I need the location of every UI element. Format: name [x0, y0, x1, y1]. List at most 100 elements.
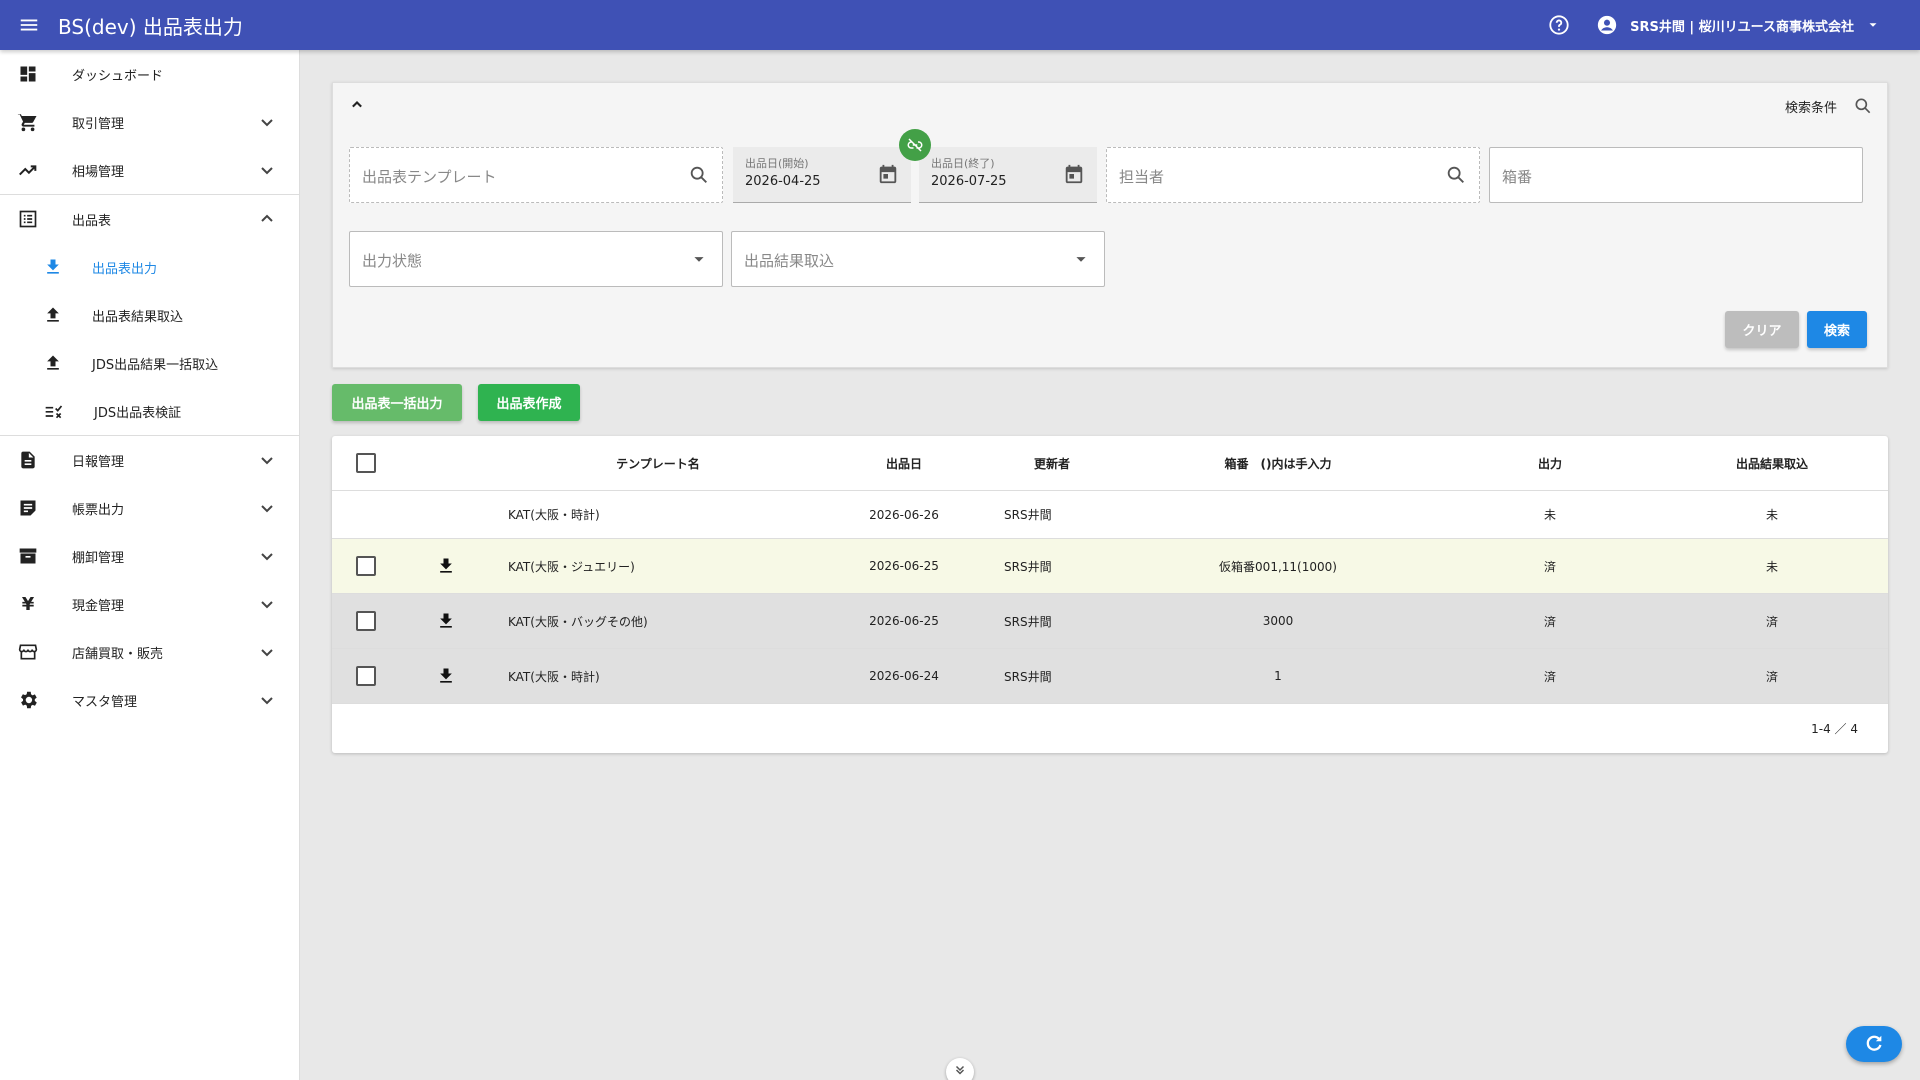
staff-placeholder: 担当者: [1119, 168, 1165, 186]
sidebar-subitem-result-import[interactable]: 出品表結果取込: [0, 291, 299, 339]
sidebar-subitem-label: 出品表出力: [92, 261, 158, 277]
chevron-down-icon: [261, 553, 273, 561]
sidebar-item-label: 棚卸管理: [72, 550, 125, 566]
header-date[interactable]: 出品日: [844, 436, 964, 490]
menu-icon[interactable]: [0, 0, 58, 50]
search-conditions-label: 検索条件: [1784, 100, 1837, 116]
sidebar-item-label: ダッシュボード: [72, 68, 164, 84]
table-row[interactable]: KAT(大阪・時計) 2026-06-26 SRS井間 未 未: [332, 491, 1888, 539]
cell-template-name: KAT(大阪・ジュエリー): [508, 559, 635, 574]
date-end-field[interactable]: 出品日(終了) 2026-07-25: [919, 147, 1097, 203]
list-icon: [16, 207, 40, 231]
select-all-checkbox[interactable]: [356, 453, 376, 473]
staff-search-field[interactable]: 担当者: [1106, 147, 1480, 203]
header-result-import[interactable]: 出品結果取込: [1722, 436, 1822, 490]
sidebar-item-store[interactable]: 店舗買取・販売: [0, 628, 299, 676]
yen-icon: ¥: [21, 593, 35, 615]
calendar-icon[interactable]: [1063, 163, 1085, 185]
result-import-select[interactable]: 出品結果取込: [731, 231, 1105, 287]
table-row[interactable]: KAT(大阪・バッグその他) 2026-06-25 SRS井間 3000 済 済: [332, 594, 1888, 649]
date-end-value: 2026-07-25: [931, 174, 1007, 189]
cell-updater: SRS井間: [1004, 508, 1052, 522]
table-row[interactable]: KAT(大阪・ジュエリー) 2026-06-25 SRS井間 仮箱番001,11…: [332, 539, 1888, 594]
upload-icon: [47, 307, 59, 322]
sidebar-item-label: 帳票出力: [72, 502, 125, 518]
download-icon: [47, 259, 59, 274]
row-checkbox[interactable]: [356, 611, 376, 631]
cell-template-name: KAT(大阪・バッグその他): [508, 614, 648, 629]
sidebar-subitem-jds-bulk-import[interactable]: JDS出品結果一括取込: [0, 339, 299, 387]
upload-icon: [47, 355, 59, 370]
sidebar-item-transactions[interactable]: 取引管理: [0, 98, 299, 146]
download-icon[interactable]: [436, 666, 456, 686]
refresh-button[interactable]: [1846, 1026, 1902, 1062]
header-box-number[interactable]: 箱番 ()内は手入力: [1178, 436, 1378, 490]
table-header-row: テンプレート名 出品日 更新者 箱番 ()内は手入力 出力 出品結果取込: [332, 436, 1888, 491]
clear-button[interactable]: クリア: [1725, 311, 1799, 348]
row-checkbox[interactable]: [356, 556, 376, 576]
date-end-label: 出品日(終了): [931, 157, 995, 170]
app-title: BS(dev) 出品表出力: [58, 14, 243, 39]
search-panel: 検索条件 出品表テンプレート 出品日(開始) 2026-04-25 出品日(終了…: [332, 82, 1888, 368]
cell-date: 2026-06-24: [869, 669, 939, 683]
cell-template-name: KAT(大阪・時計): [508, 669, 600, 684]
sidebar-subitem-listing-output[interactable]: 出品表出力: [0, 243, 299, 291]
sidebar-item-label: 日報管理: [72, 454, 125, 470]
date-link-toggle[interactable]: [899, 129, 931, 161]
cell-date: 2026-06-26: [869, 507, 939, 522]
sidebar-item-master[interactable]: マスタ管理: [0, 676, 299, 724]
row-checkbox[interactable]: [356, 666, 376, 686]
pagination-info: 1-4 ／ 4: [1811, 722, 1858, 736]
header-updater[interactable]: 更新者: [972, 436, 1132, 490]
chevron-down-icon: [261, 119, 273, 127]
download-icon[interactable]: [436, 611, 456, 631]
sidebar-subitem-label: 出品表結果取込: [92, 309, 184, 325]
header-output[interactable]: 出力: [1510, 436, 1590, 490]
sidebar-subitem-jds-verify[interactable]: JDS出品表検証: [0, 387, 299, 435]
cell-updater: SRS井間: [1004, 669, 1052, 684]
chevron-down-icon: [261, 457, 273, 465]
caret-down-icon: [694, 257, 704, 262]
chevron-up-icon: [261, 214, 273, 222]
sidebar-item-forms-output[interactable]: 帳票出力: [0, 484, 299, 532]
link-off-icon: [907, 138, 923, 152]
sidebar-item-dashboard[interactable]: ダッシュボード: [0, 50, 299, 98]
cell-result-import: 済: [1765, 614, 1778, 629]
account-menu[interactable]: SRS井間 | 桜川リユース商事株式会社: [1596, 14, 1892, 36]
output-status-select[interactable]: 出力状態: [349, 231, 723, 287]
chevron-down-icon: [261, 697, 273, 705]
sidebar-item-market[interactable]: 相場管理: [0, 146, 299, 194]
gear-icon: [16, 688, 40, 712]
box-number-placeholder: 箱番: [1502, 168, 1533, 186]
header-template-name[interactable]: テンプレート名: [508, 436, 808, 490]
download-icon[interactable]: [436, 556, 456, 576]
trending-up-icon: [16, 158, 40, 182]
sidebar-item-cash[interactable]: ¥ 現金管理: [0, 580, 299, 628]
sidebar-item-listing[interactable]: 出品表: [0, 195, 299, 243]
cell-date: 2026-06-25: [869, 559, 939, 573]
search-button[interactable]: 検索: [1807, 311, 1867, 348]
sidebar-item-label: 取引管理: [72, 116, 125, 132]
search-icon: [690, 166, 707, 183]
search-conditions-header: 検索条件: [1785, 96, 1873, 116]
date-start-field[interactable]: 出品日(開始) 2026-04-25: [733, 147, 911, 203]
table-row[interactable]: KAT(大阪・時計) 2026-06-24 SRS井間 1 済 済: [332, 649, 1888, 704]
chevron-down-icon: [261, 601, 273, 609]
expand-handle[interactable]: [946, 1058, 974, 1080]
sidebar-subitem-label: JDS出品表検証: [94, 405, 182, 421]
template-placeholder: 出品表テンプレート: [362, 168, 497, 186]
sidebar-item-daily-report[interactable]: 日報管理: [0, 436, 299, 484]
calendar-icon[interactable]: [877, 163, 899, 185]
box-number-field[interactable]: 箱番: [1489, 147, 1863, 203]
archive-icon: [16, 544, 40, 568]
bulk-output-button[interactable]: 出品表一括出力: [332, 384, 462, 421]
cell-output: 済: [1543, 614, 1556, 629]
sidebar-item-inventory[interactable]: 棚卸管理: [0, 532, 299, 580]
help-icon[interactable]: [1548, 14, 1570, 36]
chevron-up-icon[interactable]: [347, 95, 367, 115]
cell-result-import: 済: [1765, 669, 1778, 684]
create-listing-button[interactable]: 出品表作成: [478, 384, 580, 421]
cart-icon: [16, 110, 40, 134]
chevron-down-icon: [261, 167, 273, 175]
template-search-field[interactable]: 出品表テンプレート: [349, 147, 723, 203]
